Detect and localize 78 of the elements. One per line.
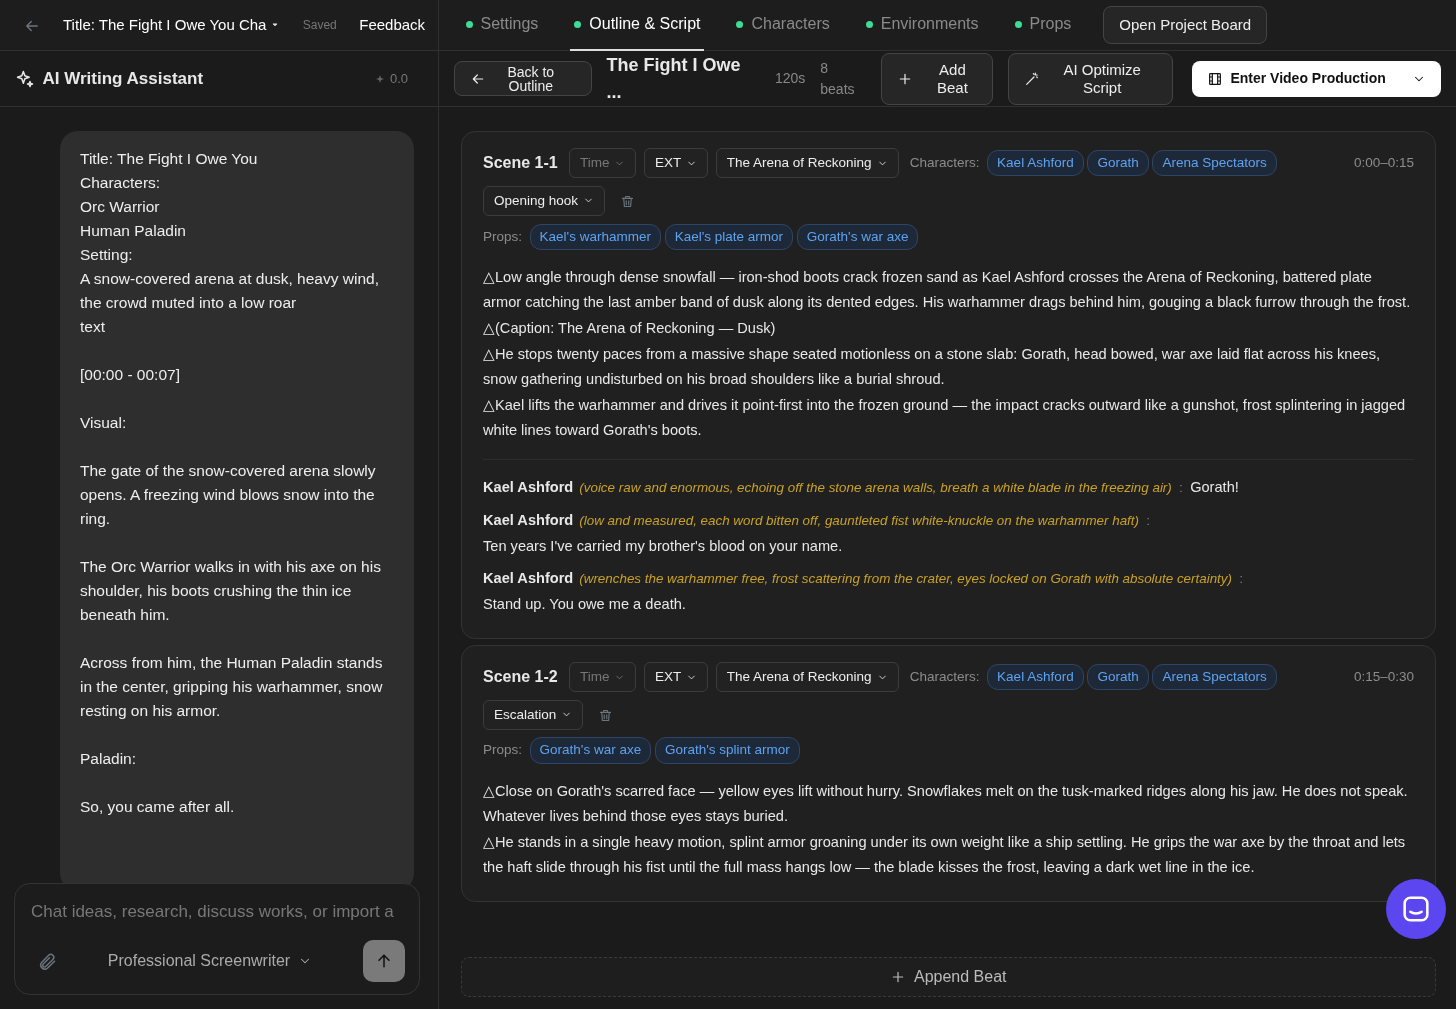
duration-label: 120s bbox=[774, 69, 806, 88]
chat-launcher-button[interactable] bbox=[1386, 879, 1446, 939]
prop-tag: Gorath's war axe bbox=[796, 223, 919, 250]
character-tag: Arena Spectators bbox=[1152, 150, 1277, 177]
time-dropdown[interactable]: Time bbox=[568, 661, 637, 693]
character-tag: Gorath bbox=[1087, 663, 1149, 691]
timecode: 0:00–0:15 bbox=[1353, 154, 1414, 172]
character-tag: Kael Ashford bbox=[987, 663, 1084, 691]
beat-type-dropdown[interactable]: Escalation bbox=[483, 699, 584, 730]
sparkle-icon bbox=[15, 68, 35, 89]
assistant-title: AI Writing Assistant bbox=[42, 67, 205, 90]
colon-mark: : bbox=[1179, 480, 1183, 495]
scene-title: Scene 1-2 bbox=[483, 667, 558, 687]
action-text: △Low angle through dense snowfall — iron-shod boots crack frozen sand as Kael Ashford crosses the Arena of Reckoning, battered plate armor catching the last amber band of dusk along its dented edges. His warhammer drags behind him, gouging a black furrow through the frost. bbox=[483, 267, 1412, 313]
action-text: △He stands in a single heavy motion, splint armor groaning under its own weight like a ship settling. He grips the war axe by the throat and lets the haft slide through his fist until the full mass hangs low — the blade kisses the frost, leaving a dark wet line in the ice. bbox=[483, 832, 1407, 878]
time-dropdown[interactable]: Time bbox=[568, 148, 637, 179]
magic-wand-icon bbox=[1023, 70, 1040, 87]
character-tag: Arena Spectators bbox=[1152, 663, 1277, 691]
add-beat-button[interactable]: Add Beat bbox=[881, 52, 993, 105]
tab[interactable]: Settings bbox=[461, 0, 543, 51]
characters-label: Characters: bbox=[909, 667, 980, 686]
action-text: △Close on Gorath's scarred face — yellow eyes lift without hurry. Snowflakes melt on the tusk-marked ridges along his jaw. He does not speak. Whatever lives behind those eyes stays buried. bbox=[483, 781, 1409, 827]
speaker-name: Kael Ashford bbox=[483, 478, 574, 495]
status-dot bbox=[465, 20, 473, 28]
prop-tag: Gorath's splint armor bbox=[654, 737, 800, 764]
speaker-name: Kael Ashford bbox=[483, 569, 574, 586]
stage-direction: (wrenches the warhammer free, frost scattering from the crater, eyes locked on Gorath with absolute certainty) bbox=[579, 570, 1232, 586]
status-dot bbox=[736, 20, 744, 28]
characters-label: Characters: bbox=[909, 154, 980, 172]
props-label: Props: bbox=[483, 741, 523, 760]
speaker-name: Kael Ashford bbox=[483, 511, 574, 528]
tab[interactable]: Characters bbox=[732, 0, 834, 51]
optimize-script-button[interactable]: AI Optimize Script bbox=[1007, 52, 1174, 105]
scene-title: Scene 1-1 bbox=[483, 153, 558, 174]
chat-input-field[interactable]: Chat ideas, research, discuss works, or import a bbox=[29, 897, 405, 925]
location-dropdown[interactable]: The Arena of Reckoning bbox=[715, 661, 899, 693]
tab[interactable]: Outline & Script bbox=[570, 0, 705, 51]
status-dot bbox=[574, 20, 582, 28]
script-title: The Fight I Owe ... bbox=[606, 53, 742, 104]
stage-direction: (low and measured, each word bitten off, gauntleted fist white-knuckle on the warhammer haft) bbox=[579, 512, 1139, 528]
trash-icon bbox=[598, 708, 614, 724]
colon-mark: : bbox=[1239, 571, 1243, 586]
action-text: △Kael lifts the warhammer and drives it point-first into the frozen ground — the impact cracks outward like a gunshot, frost splintering in jagged white lines toward Gorath's boots. bbox=[483, 395, 1407, 441]
tab[interactable]: Environments bbox=[861, 0, 983, 51]
colon-mark: : bbox=[1146, 513, 1150, 528]
action-text: △(Caption: The Arena of Reckoning — Dusk) bbox=[483, 318, 777, 338]
action-text: △He stops twenty paces from a massive shape seated motionless on a stone slab: Gorath, head bowed, war axe laid flat across his knees, snow gathering undisturbed on his broad shoulders like a burial shroud. bbox=[483, 344, 1381, 390]
project-title-dropdown[interactable]: Title: The Fight I Owe You Cha bbox=[63, 13, 281, 37]
dialogue-line: Stand up. You owe me a death. bbox=[483, 595, 686, 615]
prop-tag: Kael's plate armor bbox=[664, 223, 794, 250]
prop-tag: Kael's warhammer bbox=[529, 223, 661, 250]
beat-count: 8 beats bbox=[820, 58, 856, 99]
timecode: 0:15–0:30 bbox=[1353, 667, 1414, 686]
prop-tag: Gorath's war axe bbox=[529, 737, 652, 764]
film-icon bbox=[1206, 70, 1223, 87]
dialogue-line: Ten years I've carried my brother's blood on your name. bbox=[483, 537, 843, 557]
character-tag: Kael Ashford bbox=[987, 150, 1084, 177]
open-board-button[interactable]: Open Project Board bbox=[1103, 6, 1268, 44]
trash-icon bbox=[620, 194, 636, 210]
video-production-button[interactable]: Enter Video Production bbox=[1191, 60, 1441, 97]
character-tag: Gorath bbox=[1087, 150, 1149, 177]
beat-type-dropdown[interactable]: Opening hook bbox=[483, 185, 606, 216]
location-dropdown[interactable]: The Arena of Reckoning bbox=[715, 148, 899, 179]
back-to-outline-button[interactable]: Back to Outline bbox=[454, 61, 592, 96]
props-label: Props: bbox=[483, 227, 523, 246]
append-beat-button[interactable]: Append Beat bbox=[461, 957, 1436, 997]
stage-direction: (voice raw and enormous, echoing off the stone arena walls, breath a white blade in the freezing air) bbox=[579, 479, 1172, 495]
status-dot bbox=[865, 20, 873, 28]
ext-dropdown[interactable]: EXT bbox=[643, 148, 709, 179]
credit-balance: 0.0 bbox=[389, 69, 408, 88]
status-dot bbox=[1014, 20, 1022, 28]
send-button[interactable] bbox=[363, 940, 405, 982]
ext-dropdown[interactable]: EXT bbox=[643, 661, 709, 693]
save-status: Saved bbox=[302, 17, 337, 34]
persona-dropdown[interactable]: Professional Screenwriter bbox=[96, 943, 323, 979]
feedback-link[interactable]: Feedback bbox=[359, 13, 426, 37]
tab[interactable]: Props bbox=[1010, 0, 1076, 51]
dialogue-line: Gorath! bbox=[1190, 477, 1239, 497]
